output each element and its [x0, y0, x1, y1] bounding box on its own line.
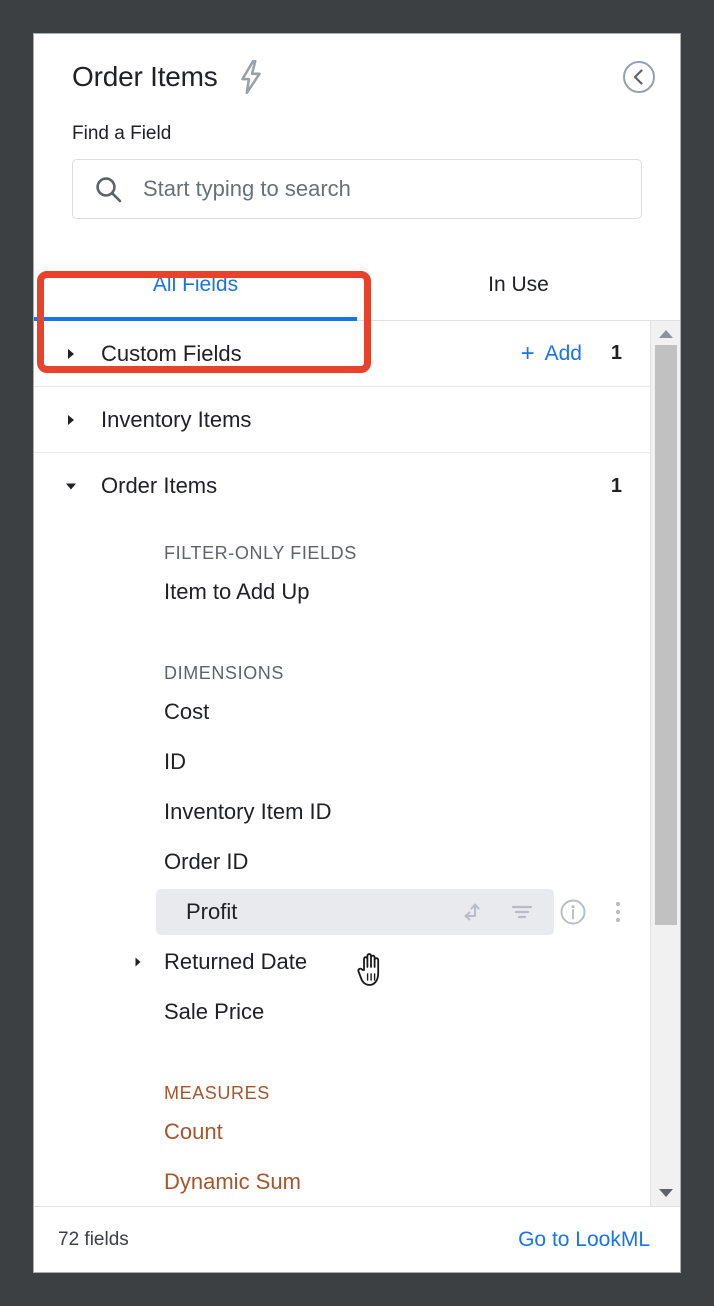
field-label: Sale Price — [164, 999, 265, 1024]
field-row-item-to-add-up[interactable]: Item to Add Up — [34, 567, 650, 617]
section-caption-dimensions: DIMENSIONS — [164, 663, 285, 683]
field-row-order-id[interactable]: Order ID — [34, 837, 650, 887]
filter-icon[interactable] — [508, 898, 536, 926]
lightning-bolt-icon — [238, 59, 264, 94]
panel-footer: 72 fields Go to LookML — [34, 1206, 680, 1272]
scroll-up-arrow-icon[interactable] — [651, 323, 680, 345]
group-row-order-items[interactable]: Order Items 1 — [34, 453, 650, 519]
section-caption-measures: MEASURES — [164, 1083, 270, 1103]
field-row-count[interactable]: Count — [34, 1107, 650, 1157]
group-row-inventory-items[interactable]: Inventory Items — [34, 387, 650, 453]
field-label: Count — [164, 1119, 223, 1144]
tab-in-use[interactable]: In Use — [357, 249, 680, 320]
add-custom-field-button[interactable]: + Add — [520, 339, 582, 367]
field-count-label: 72 fields — [58, 1228, 129, 1250]
search-box[interactable] — [72, 159, 642, 219]
group-name-order-items: Order Items — [101, 473, 218, 498]
search-icon — [93, 174, 123, 204]
panel-header: Order Items — [34, 34, 680, 119]
field-list: Custom Fields + Add 1 Inventory Items Or… — [34, 321, 650, 1206]
field-list-scrollbar[interactable] — [650, 321, 680, 1206]
group-name-inventory-items: Inventory Items — [101, 406, 252, 432]
field-row-id[interactable]: ID — [34, 737, 650, 787]
scroll-down-arrow-icon[interactable] — [651, 1182, 680, 1204]
field-label: Item to Add Up — [164, 579, 310, 604]
collapse-panel-button[interactable] — [622, 60, 656, 94]
row-action-group — [458, 887, 626, 937]
field-row-cost[interactable]: Cost — [34, 687, 650, 737]
section-caption-filter-only-fields: FILTER-ONLY FIELDS — [164, 543, 357, 563]
group-name-custom-fields: Custom Fields — [101, 340, 242, 366]
group-row-custom-fields[interactable]: Custom Fields + Add 1 — [34, 321, 650, 387]
field-picker-panel: Order Items Find a Field Start typing to… — [33, 33, 681, 1273]
field-label: Returned Date — [164, 949, 308, 974]
go-to-lookml-link[interactable]: Go to LookML — [518, 1228, 650, 1252]
field-label: Inventory Item ID — [164, 799, 332, 824]
field-row-profit[interactable]: Profit — [34, 887, 650, 937]
add-label: Add — [544, 341, 582, 365]
field-label: ID — [164, 749, 186, 774]
field-row-sale-price[interactable]: Sale Price — [34, 987, 650, 1037]
chevron-down-icon — [64, 479, 90, 493]
plus-icon: + — [520, 339, 535, 367]
search-input[interactable] — [141, 175, 621, 203]
chevron-right-icon — [64, 347, 90, 361]
field-label: Order ID — [164, 849, 249, 874]
field-list-body: Custom Fields + Add 1 Inventory Items Or… — [34, 321, 680, 1206]
chevron-left-circle-icon — [623, 60, 655, 93]
tab-in-use-label: In Use — [488, 272, 549, 296]
chevron-right-icon — [132, 956, 150, 968]
field-label: Dynamic Sum — [164, 1169, 301, 1194]
more-vert-icon[interactable] — [610, 897, 626, 927]
field-label: Profit — [186, 899, 238, 924]
chevron-right-icon — [64, 413, 90, 427]
info-icon[interactable] — [558, 897, 588, 927]
find-a-field-label: Find a Field — [72, 123, 172, 144]
field-row-dynamic-sum[interactable]: Dynamic Sum — [34, 1157, 650, 1206]
tab-all-fields-label: All Fields — [152, 272, 239, 296]
scrollbar-thumb[interactable] — [655, 345, 677, 925]
search-wrapper — [34, 159, 680, 219]
pivot-icon[interactable] — [458, 898, 486, 926]
group-count-custom-fields: 1 — [610, 342, 622, 364]
tab-all-fields[interactable]: All Fields — [34, 249, 357, 321]
field-row-returned-date[interactable]: Returned Date — [34, 937, 650, 987]
field-label: Cost — [164, 699, 210, 724]
group-count-order-items: 1 — [610, 474, 622, 497]
tab-bar: All Fields In Use — [34, 249, 680, 321]
page-title: Order Items — [72, 60, 218, 92]
field-row-inventory-item-id[interactable]: Inventory Item ID — [34, 787, 650, 837]
